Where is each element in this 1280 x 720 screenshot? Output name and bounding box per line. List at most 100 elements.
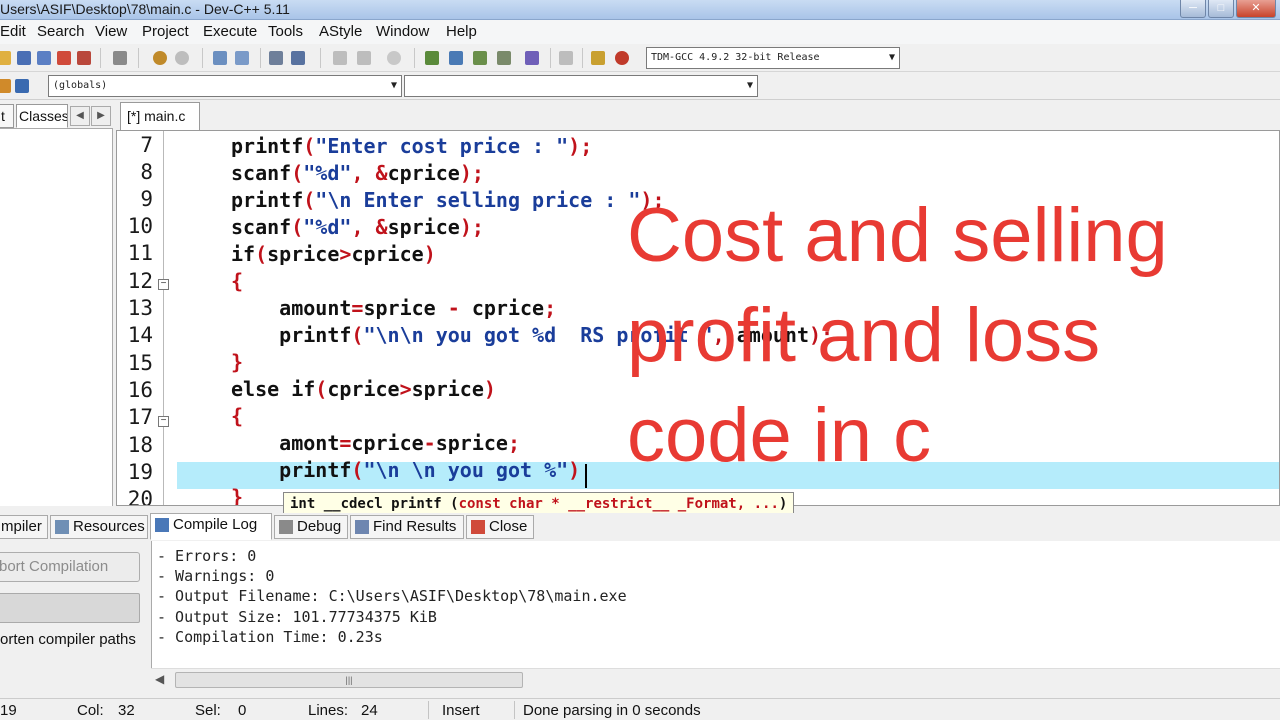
dev-cpp-window: Users\ASIF\Desktop\78\main.c - Dev-C++ 5… (0, 0, 1280, 720)
line-number: 15 (127, 351, 153, 375)
code-line: if(sprice>cprice) (231, 242, 436, 266)
menu-execute[interactable]: Execute (203, 23, 257, 40)
replace-icon[interactable] (232, 48, 252, 68)
line-number: 16 (127, 378, 153, 402)
compile-log-icon (155, 518, 169, 532)
status-sel-label: Sel: (195, 702, 221, 719)
line-number: 7 (140, 133, 153, 157)
minimize-button[interactable]: ─ (1180, 0, 1206, 18)
video-caption: Cost and selling profit and loss code in… (627, 193, 1168, 478)
bookmark-next-icon[interactable] (354, 48, 374, 68)
abort-compilation-button[interactable]: bort Compilation (0, 552, 140, 582)
compile-log[interactable]: - Errors: 0 - Warnings: 0 - Output Filen… (151, 541, 1280, 668)
tab-close[interactable]: Close (466, 515, 534, 539)
globals-select[interactable]: (globals) ▼ (48, 75, 402, 97)
tab-project[interactable]: t (0, 104, 14, 128)
save-icon[interactable] (14, 48, 34, 68)
line-number: 8 (140, 160, 153, 184)
menu-help[interactable]: Help (446, 23, 477, 40)
resources-icon (55, 520, 69, 534)
indent-icon[interactable] (266, 48, 286, 68)
compile-run-icon[interactable] (470, 48, 490, 68)
code-line: amont=cprice-sprice; (231, 431, 521, 455)
shorten-paths-checkbox[interactable]: orten compiler paths (0, 631, 136, 648)
menu-edit[interactable]: Edit (0, 23, 26, 40)
tab-find-results-label: Find Results (373, 518, 457, 535)
bookmark-toggle-icon[interactable] (384, 48, 404, 68)
tab-compile-log[interactable]: Compile Log (150, 513, 272, 540)
log-line: - Warnings: 0 (157, 567, 275, 585)
compile-icon[interactable] (422, 48, 442, 68)
code-line: printf("Enter cost price : "); (231, 134, 593, 158)
maximize-button[interactable]: □ (1208, 0, 1234, 18)
compiler-select[interactable]: TDM-GCC 4.9.2 32-bit Release ▼ (646, 47, 900, 69)
status-mode: Insert (442, 702, 480, 719)
code-line: scanf("%d", &sprice); (231, 215, 484, 239)
find-results-icon (355, 520, 369, 534)
chevron-right-icon[interactable]: ▶ (91, 106, 111, 126)
close-window-button[interactable]: ✕ (1236, 0, 1276, 18)
status-lines-label: Lines: (308, 702, 349, 719)
fold-line (163, 131, 164, 505)
menu-window[interactable]: Window (376, 23, 429, 40)
tab-find-results[interactable]: Find Results (350, 515, 464, 539)
window-title: Users\ASIF\Desktop\78\main.c - Dev-C++ 5… (0, 1, 290, 17)
code-line: { (231, 404, 244, 428)
chevron-down-icon: ▼ (390, 80, 397, 91)
scroll-left-icon[interactable]: ◀ (155, 672, 164, 686)
open-icon[interactable] (0, 48, 14, 68)
run-icon[interactable] (446, 48, 466, 68)
code-line: { (231, 269, 244, 293)
debug-icon[interactable] (612, 48, 632, 68)
scrollbar-thumb[interactable]: ||| (175, 672, 523, 688)
close-all-icon[interactable] (74, 48, 94, 68)
tab-main-c[interactable]: [*] main.c (120, 102, 200, 130)
menu-project[interactable]: Project (142, 23, 189, 40)
close-file-icon[interactable] (54, 48, 74, 68)
class-browser[interactable] (0, 128, 113, 506)
status-message: Done parsing in 0 seconds (523, 702, 701, 719)
save-all-icon[interactable] (34, 48, 54, 68)
line-number: 13 (127, 296, 153, 320)
tooltip-prefix: int __cdecl printf ( (290, 496, 459, 512)
tab-resources[interactable]: Resources (50, 515, 148, 539)
status-line: 19 (0, 702, 17, 719)
log-line: - Output Filename: C:\Users\ASIF\Desktop… (157, 587, 627, 605)
status-col-label: Col: (77, 702, 104, 719)
main-toolbar: TDM-GCC 4.9.2 32-bit Release ▼ (0, 44, 1280, 72)
editor-tabs: [*] main.c (116, 102, 1280, 130)
line-number: 12 (127, 269, 153, 293)
redo-icon[interactable] (172, 48, 192, 68)
menu-search[interactable]: Search (37, 23, 85, 40)
menu-tools[interactable]: Tools (268, 23, 303, 40)
tab-close-label: Close (489, 518, 528, 535)
code-line: printf("\n \n you got %") (231, 458, 581, 482)
bookmark-prev-icon[interactable] (330, 48, 350, 68)
unindent-icon[interactable] (288, 48, 308, 68)
fold-toggle-icon[interactable]: − (158, 279, 169, 290)
code-line: scanf("%d", &cprice); (231, 161, 484, 185)
menu-bar: Edit Search View Project Execute Tools A… (0, 20, 1280, 44)
menu-view[interactable]: View (95, 23, 127, 40)
chevron-down-icon: ▼ (746, 80, 753, 91)
functions-select[interactable]: ▼ (404, 75, 758, 97)
profile-icon[interactable] (588, 48, 608, 68)
stop-icon[interactable] (556, 48, 576, 68)
menu-astyle[interactable]: AStyle (319, 23, 362, 40)
tab-compiler[interactable]: mpiler (0, 515, 48, 539)
insert-icon[interactable] (12, 76, 32, 96)
log-horizontal-scrollbar[interactable]: ◀ ||| (151, 668, 1280, 690)
find-icon[interactable] (210, 48, 230, 68)
chevron-left-icon[interactable]: ◀ (70, 106, 90, 126)
fold-toggle-icon[interactable]: − (158, 416, 169, 427)
rebuild-icon[interactable] (494, 48, 514, 68)
undo-icon[interactable] (150, 48, 170, 68)
tab-classes[interactable]: Classes (16, 104, 68, 128)
compile-progress-bar (0, 593, 140, 623)
syntax-check-icon[interactable] (522, 48, 542, 68)
tab-debug[interactable]: Debug (274, 515, 348, 539)
print-icon[interactable] (110, 48, 130, 68)
code-line: else if(cprice>sprice) (231, 377, 496, 401)
tab-debug-label: Debug (297, 518, 342, 535)
line-number: 19 (127, 460, 153, 484)
